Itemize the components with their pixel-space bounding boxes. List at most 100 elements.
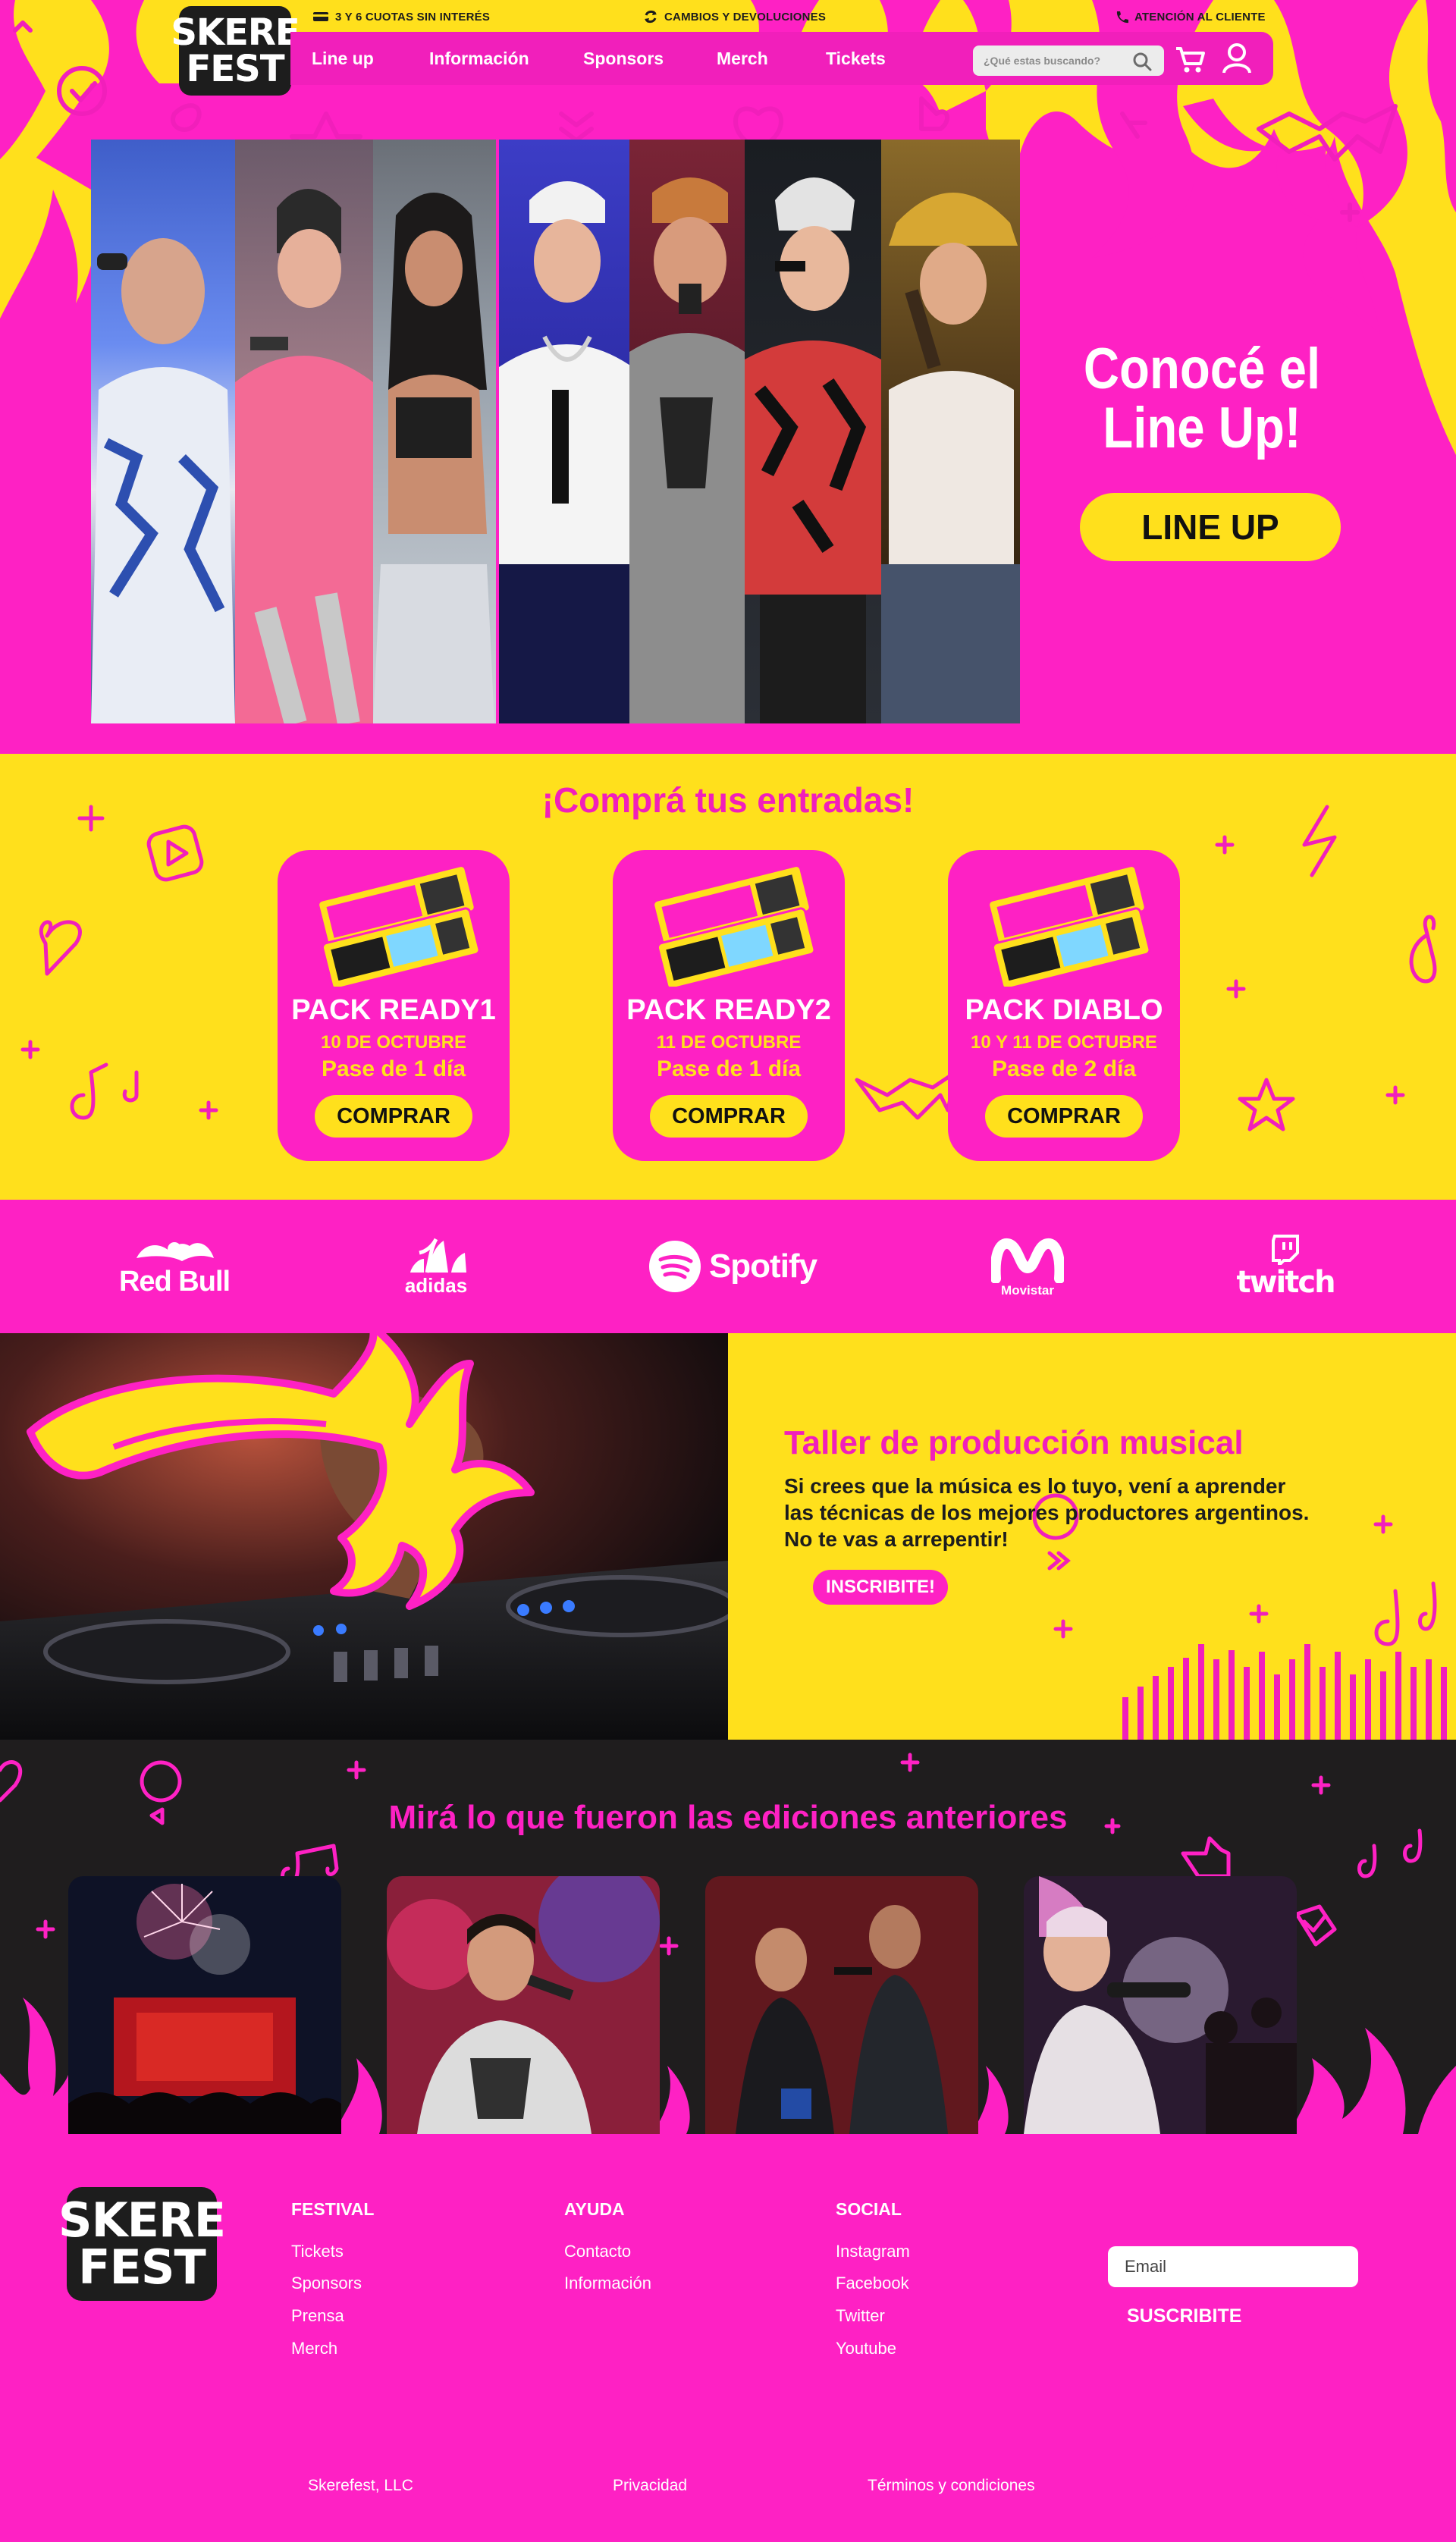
tickets-section: ¡Comprá tus entradas! PACK READY1 10 DE … — [0, 754, 1456, 1200]
pack-name: PACK DIABLO — [965, 994, 1163, 1026]
edition-photo-singer[interactable] — [387, 1876, 660, 2134]
pack-pass: Pase de 1 día — [656, 1056, 802, 1081]
twitch-wordmark: twitch — [1236, 1265, 1335, 1300]
nav-informacion[interactable]: Información — [429, 49, 529, 69]
redbull-wordmark: Red Bull — [118, 1265, 231, 1298]
lineup-headline: Conocé el Line Up! — [1081, 340, 1323, 458]
footer-company[interactable]: Skerefest, LLC — [308, 2477, 413, 2495]
equalizer-bars — [1122, 1644, 1447, 1740]
footer-link-merch[interactable]: Merch — [291, 2339, 337, 2358]
nav-merch[interactable]: Merch — [717, 49, 768, 69]
subscribe-button[interactable]: SUSCRIBITE — [1127, 2305, 1241, 2327]
sponsor-adidas[interactable]: adidas — [394, 1232, 478, 1301]
workshop-heading: Taller de producción musical — [784, 1424, 1244, 1461]
ticket-illustration — [987, 865, 1151, 987]
lineup-button[interactable]: LINE UP — [1080, 493, 1341, 561]
user-icon[interactable] — [1222, 42, 1252, 74]
artist-photo-4 — [496, 140, 629, 723]
artist-photo-1 — [91, 140, 235, 723]
lineup-headline-line1: Conocé el — [1083, 337, 1321, 401]
main-navbar: Line up Información Sponsors Merch Ticke… — [290, 32, 1273, 85]
artist-photo-7 — [881, 140, 1020, 723]
artist-photo-2 — [235, 140, 373, 723]
edition-photo-battle[interactable] — [705, 1876, 978, 2134]
footer-link-contacto[interactable]: Contacto — [564, 2242, 631, 2261]
site-footer: SKERE FEST FESTIVAL Tickets Sponsors Pre… — [0, 2134, 1456, 2542]
edition-photo-fireworks[interactable] — [68, 1876, 341, 2134]
movistar-wordmark: Movistar — [1001, 1283, 1054, 1298]
edition-photo-crowd[interactable] — [1024, 1876, 1297, 2134]
workshop-desc-line1: Si crees que la música es lo tuyo, vení … — [784, 1474, 1286, 1498]
footer-link-informacion[interactable]: Información — [564, 2274, 651, 2293]
footer-link-facebook[interactable]: Facebook — [836, 2274, 909, 2293]
logo-line1: SKERE — [171, 11, 300, 54]
phone-icon — [1116, 11, 1128, 24]
cart-icon[interactable] — [1175, 46, 1207, 74]
twitch-icon — [1272, 1235, 1299, 1265]
pack-date: 11 DE OCTUBRE — [656, 1032, 802, 1053]
exchange-icon — [645, 10, 657, 24]
sponsor-twitch[interactable]: twitch — [1228, 1233, 1342, 1301]
nav-lineup[interactable]: Line up — [312, 49, 374, 69]
footer-link-tickets[interactable]: Tickets — [291, 2242, 344, 2261]
artist-photo-3 — [373, 140, 496, 723]
workshop-desc-line3: No te vas a arrepentir! — [784, 1527, 1009, 1551]
pack-name: PACK READY2 — [626, 994, 831, 1026]
workshop-section: Taller de producción musical Si crees qu… — [0, 1333, 1456, 1740]
pack-card-diablo: PACK DIABLO 10 Y 11 DE OCTUBRE Pase de 2… — [948, 850, 1180, 1161]
pack-date: 10 DE OCTUBRE — [320, 1032, 467, 1053]
sponsor-spotify[interactable]: Spotify — [642, 1239, 824, 1294]
pack-card-ready2: PACK READY2 11 DE OCTUBRE Pase de 1 día … — [613, 850, 845, 1161]
buy-diablo-button[interactable]: COMPRAR — [985, 1095, 1143, 1138]
editions-section: Mirá lo que fueron las ediciones anterio… — [0, 1740, 1456, 2134]
pack-pass: Pase de 2 día — [991, 1056, 1137, 1081]
buy-ready1-button[interactable]: COMPRAR — [315, 1095, 472, 1138]
footer-social-heading: SOCIAL — [836, 2199, 902, 2219]
skerefest-logo[interactable]: SKERE FEST — [171, 6, 300, 96]
sponsor-movistar[interactable]: Movistar — [986, 1230, 1069, 1303]
sponsor-redbull[interactable]: Red Bull — [114, 1230, 235, 1303]
spotify-icon — [648, 1241, 701, 1292]
workshop-desc-line2: las técnicas de los mejores productores … — [784, 1501, 1310, 1524]
footer-link-instagram[interactable]: Instagram — [836, 2242, 910, 2261]
footer-logo-line1: SKERE — [58, 2192, 226, 2248]
movistar-icon — [991, 1238, 1064, 1283]
installments-info: 3 Y 6 CUOTAS SIN INTERÉS — [312, 9, 490, 24]
pack-date: 10 Y 11 DE OCTUBRE — [971, 1032, 1157, 1053]
editions-heading: Mirá lo que fueron las ediciones anterio… — [388, 1799, 1068, 1836]
footer-ayuda-heading: AYUDA — [564, 2199, 625, 2219]
footer-link-twitter[interactable]: Twitter — [836, 2306, 885, 2326]
ticket-illustration — [317, 865, 481, 987]
footer-logo[interactable]: SKERE FEST — [58, 2187, 226, 2301]
workshop-description: Si crees que la música es lo tuyo, vení … — [784, 1473, 1315, 1552]
spotify-wordmark: Spotify — [708, 1247, 817, 1285]
returns-info[interactable]: CAMBIOS Y DEVOLUCIONES — [643, 9, 826, 24]
support-info[interactable]: ATENCIÓN AL CLIENTE — [1115, 9, 1266, 24]
footer-privacy-link[interactable]: Privacidad — [613, 2477, 687, 2495]
footer-terms-link[interactable]: Términos y condiciones — [868, 2477, 1035, 2495]
search-icon[interactable] — [1132, 52, 1152, 71]
buy-ready2-button[interactable]: COMPRAR — [650, 1095, 808, 1138]
footer-link-prensa[interactable]: Prensa — [291, 2306, 344, 2326]
pack-name: PACK READY1 — [291, 994, 496, 1026]
artist-photo-6 — [745, 140, 881, 723]
hero-section: 3 Y 6 CUOTAS SIN INTERÉS CAMBIOS Y DEVOL… — [0, 0, 1456, 754]
footer-logo-line2: FEST — [78, 2239, 206, 2295]
ticket-illustration — [652, 865, 816, 987]
newsletter-email-input[interactable] — [1108, 2246, 1358, 2287]
support-text: ATENCIÓN AL CLIENTE — [1134, 10, 1266, 24]
footer-link-youtube[interactable]: Youtube — [836, 2339, 896, 2358]
credit-card-icon — [313, 12, 328, 21]
nav-tickets[interactable]: Tickets — [826, 49, 886, 69]
logo-line2: FEST — [186, 48, 285, 90]
adidas-icon — [410, 1238, 466, 1273]
adidas-wordmark: adidas — [404, 1273, 468, 1297]
nav-sponsors[interactable]: Sponsors — [583, 49, 664, 69]
signup-workshop-button[interactable]: INSCRIBITE! — [813, 1570, 948, 1605]
installments-text: 3 Y 6 CUOTAS SIN INTERÉS — [335, 10, 491, 24]
footer-festival-heading: FESTIVAL — [291, 2199, 375, 2219]
footer-link-sponsors[interactable]: Sponsors — [291, 2274, 362, 2293]
returns-text: CAMBIOS Y DEVOLUCIONES — [664, 10, 827, 24]
pack-card-ready1: PACK READY1 10 DE OCTUBRE Pase de 1 día … — [278, 850, 510, 1161]
pack-pass: Pase de 1 día — [321, 1056, 466, 1081]
